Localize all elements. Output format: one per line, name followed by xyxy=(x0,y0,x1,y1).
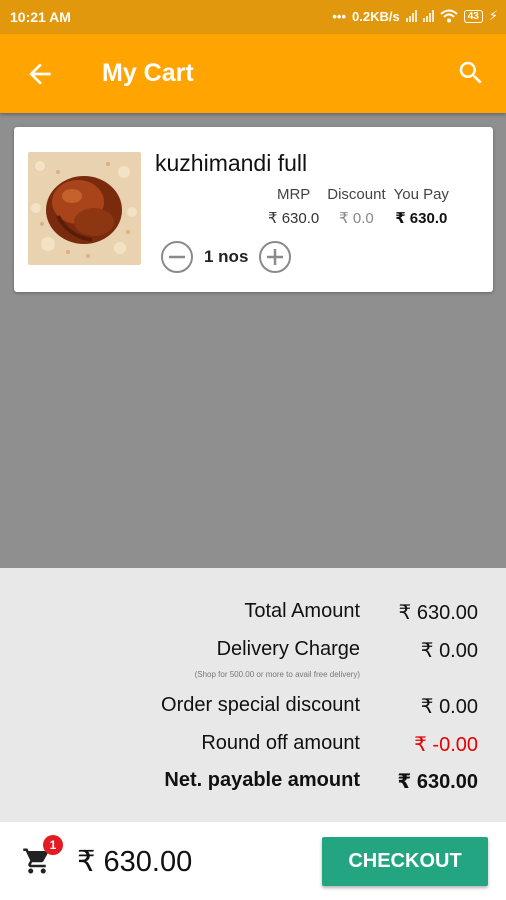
order-summary: Total Amount ₹ 630.00 Delivery Charge ₹ … xyxy=(0,568,506,822)
you-pay-value: ₹ 630.0 xyxy=(395,210,448,227)
product-image xyxy=(28,152,141,265)
delivery-note: (Shop for 500.00 or more to avail free d… xyxy=(194,670,360,679)
more-dots-icon: ••• xyxy=(332,8,347,24)
price-columns: MRP ₹ 630.0 Discount ₹ 0.0 You Pay ₹ 630… xyxy=(268,186,449,227)
cart-item-card[interactable]: kuzhimandi full MRP ₹ 630.0 Discount ₹ 0… xyxy=(14,127,493,292)
search-icon[interactable] xyxy=(456,58,486,88)
checkout-button[interactable]: CHECKOUT xyxy=(322,837,488,886)
arrow-left-icon[interactable] xyxy=(24,58,56,90)
battery-icon: 43 xyxy=(463,9,483,23)
quantity-stepper: 1 nos xyxy=(160,240,292,274)
you-pay-column: You Pay ₹ 630.0 xyxy=(394,186,449,227)
product-name: kuzhimandi full xyxy=(155,150,308,176)
total-amount-value: ₹ 630.00 xyxy=(398,602,478,624)
total-amount-label: Total Amount xyxy=(244,600,360,622)
discount-value: ₹ 0.0 xyxy=(339,210,374,227)
discount-column: Discount ₹ 0.0 xyxy=(327,186,385,227)
net-payable-label: Net. payable amount xyxy=(164,769,360,791)
mrp-value: ₹ 630.0 xyxy=(268,210,320,227)
round-off-label: Round off amount xyxy=(201,732,360,754)
charging-icon: ⚡ xyxy=(488,8,498,23)
special-discount-label: Order special discount xyxy=(161,694,360,716)
status-bar: 10:21 AM ••• 0.2KB/s 43 ⚡ xyxy=(0,0,506,34)
status-indicators: ••• 0.2KB/s 43 ⚡ xyxy=(332,8,498,24)
bottom-total: ₹ 630.00 xyxy=(77,846,193,878)
signal-icon-2 xyxy=(422,10,434,22)
discount-header: Discount xyxy=(327,186,386,203)
mrp-column: MRP ₹ 630.0 xyxy=(268,186,319,227)
signal-icon xyxy=(405,10,417,22)
increase-quantity-button[interactable] xyxy=(258,240,292,274)
delivery-charge-label: Delivery Charge xyxy=(216,638,360,660)
wifi-icon xyxy=(440,9,458,23)
delivery-charge-value: ₹ 0.00 xyxy=(420,640,478,662)
page-title: My Cart xyxy=(102,59,194,87)
special-discount-value: ₹ 0.00 xyxy=(420,696,478,718)
decrease-quantity-button[interactable] xyxy=(160,240,194,274)
net-payable-value: ₹ 630.00 xyxy=(397,771,478,793)
bottom-bar: 1 ₹ 630.00 CHECKOUT xyxy=(0,822,506,900)
you-pay-header: You Pay xyxy=(393,186,449,203)
round-off-value: ₹ -0.00 xyxy=(414,734,478,756)
cart-count-badge: 1 xyxy=(43,835,63,855)
app-bar: My Cart xyxy=(0,34,506,113)
mrp-header: MRP xyxy=(276,186,311,203)
chicken-mandi-photo xyxy=(28,152,141,265)
status-time: 10:21 AM xyxy=(10,9,71,25)
quantity-value: 1 nos xyxy=(204,247,249,266)
network-speed: 0.2KB/s xyxy=(352,8,400,24)
